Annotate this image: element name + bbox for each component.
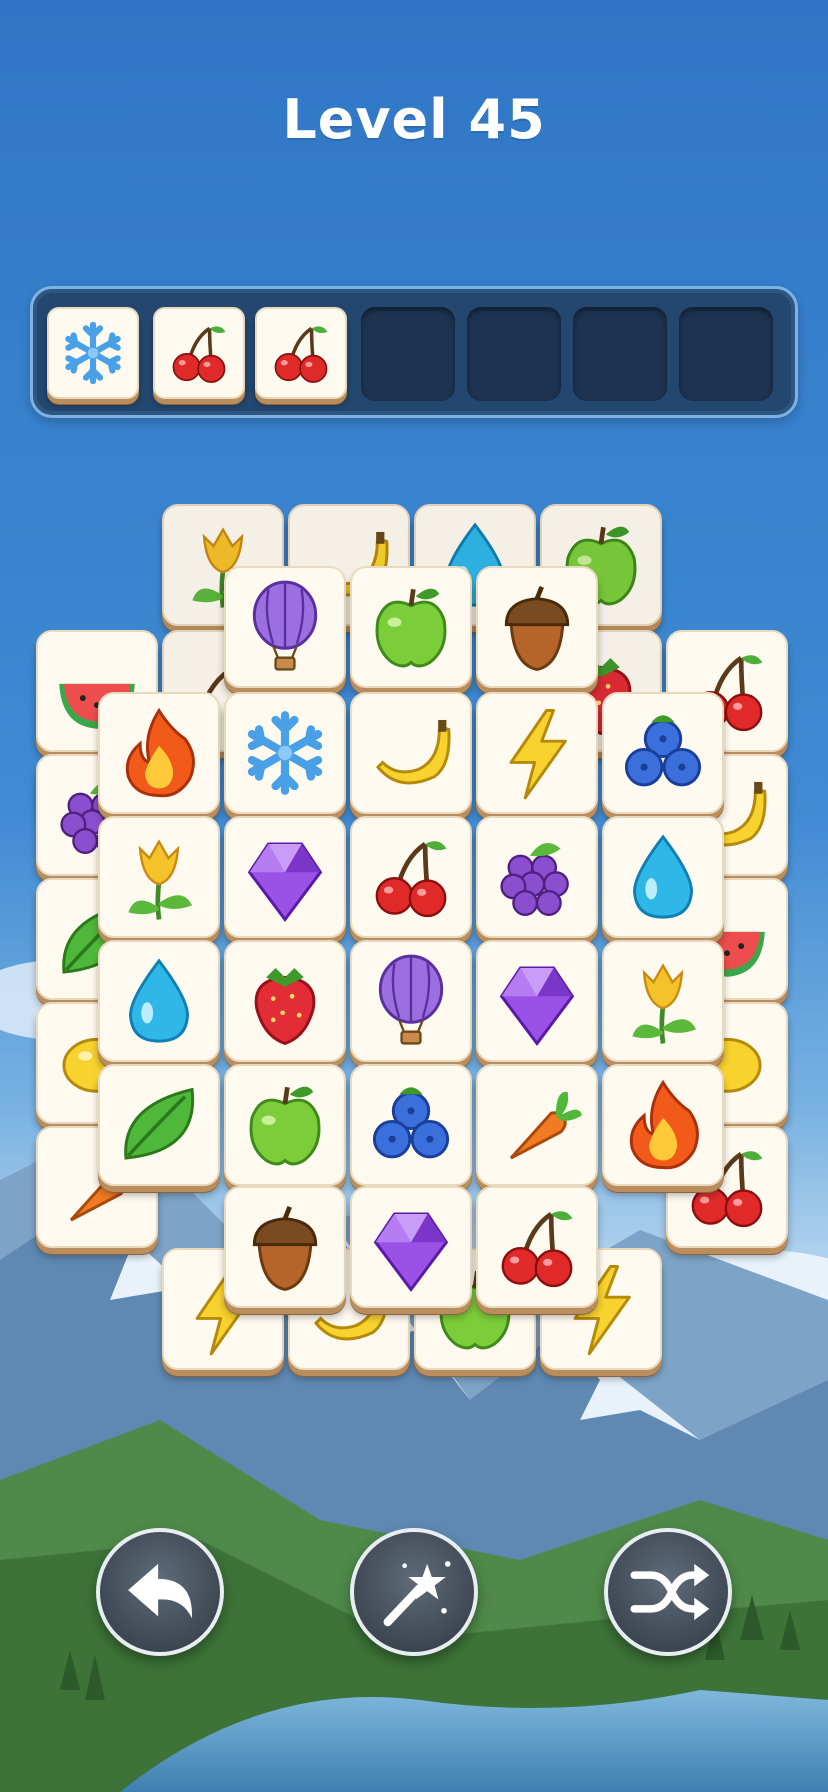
- lightning-icon: [509, 709, 567, 800]
- tile-cherry[interactable]: [476, 1186, 598, 1308]
- tile-grapes[interactable]: [476, 816, 598, 938]
- tile-tulip[interactable]: [602, 940, 724, 1062]
- tile-cherry[interactable]: [350, 816, 472, 938]
- tile-acorn[interactable]: [224, 1186, 346, 1308]
- acorn-icon: [252, 1206, 318, 1291]
- drop-icon: [129, 958, 189, 1043]
- blueberry-icon: [372, 1087, 450, 1159]
- shuffle-icon: [630, 1563, 710, 1621]
- grapes-icon: [500, 843, 569, 916]
- tile-snowflake[interactable]: [224, 692, 346, 814]
- tile-apple[interactable]: [350, 566, 472, 688]
- tulip-icon: [632, 963, 697, 1044]
- tile-acorn[interactable]: [476, 566, 598, 688]
- undo-button[interactable]: [96, 1528, 224, 1656]
- blueberry-icon: [624, 715, 702, 787]
- fire-icon: [629, 1079, 699, 1170]
- tulip-icon: [128, 839, 193, 920]
- tile-tulip[interactable]: [98, 816, 220, 938]
- tile-strawberry[interactable]: [224, 940, 346, 1062]
- tile-balloon[interactable]: [224, 566, 346, 688]
- banana-icon: [375, 719, 451, 785]
- snowflake-icon: [247, 711, 323, 795]
- balloon-icon: [252, 580, 318, 671]
- tile-banana[interactable]: [350, 692, 472, 814]
- tile-gem[interactable]: [476, 940, 598, 1062]
- cherry-icon: [501, 1211, 573, 1288]
- undo-icon: [128, 1563, 192, 1619]
- leaf-icon: [124, 1087, 195, 1160]
- tile-fire[interactable]: [98, 692, 220, 814]
- balloon-icon: [378, 954, 444, 1045]
- tile-balloon[interactable]: [350, 940, 472, 1062]
- tile-drop[interactable]: [98, 940, 220, 1062]
- acorn-icon: [504, 586, 570, 671]
- tile-blueberry[interactable]: [602, 692, 724, 814]
- tile-blueberry[interactable]: [350, 1064, 472, 1186]
- gem-icon: [247, 842, 323, 922]
- fire-icon: [125, 707, 195, 798]
- tile-gem[interactable]: [350, 1186, 472, 1308]
- tile-fire[interactable]: [602, 1064, 724, 1186]
- apple-icon: [249, 1086, 321, 1166]
- tile-lightning[interactable]: [476, 692, 598, 814]
- tile-gem[interactable]: [224, 816, 346, 938]
- shuffle-button[interactable]: [604, 1528, 732, 1656]
- drop-icon: [633, 834, 693, 919]
- gem-icon: [499, 966, 575, 1046]
- strawberry-icon: [254, 967, 316, 1046]
- cherry-icon: [375, 841, 447, 918]
- magic-wand-button[interactable]: [350, 1528, 478, 1656]
- tile-apple[interactable]: [224, 1064, 346, 1186]
- tile-carrot[interactable]: [476, 1064, 598, 1186]
- carrot-icon: [509, 1091, 582, 1160]
- tile-leaf[interactable]: [98, 1064, 220, 1186]
- game-board: [0, 0, 828, 1792]
- gem-icon: [373, 1212, 449, 1292]
- apple-icon: [375, 588, 447, 668]
- magic-wand-icon: [383, 1561, 451, 1627]
- tile-drop[interactable]: [602, 816, 724, 938]
